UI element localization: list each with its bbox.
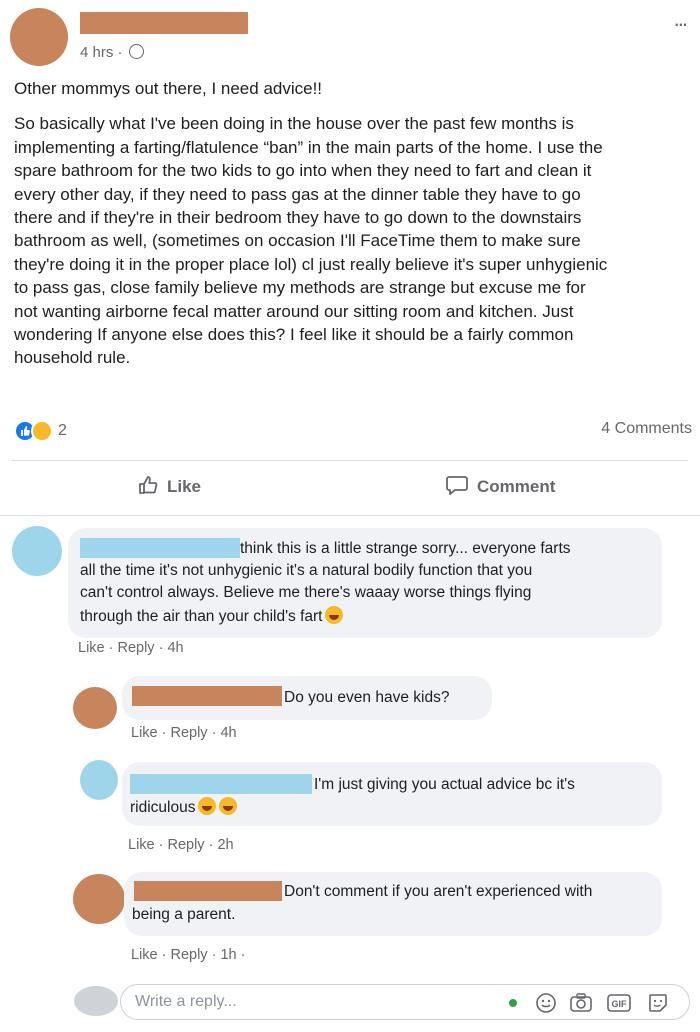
comment-icon bbox=[446, 476, 468, 495]
like-button-label: Like bbox=[167, 477, 202, 496]
comment-actions[interactable]: Like · Reply · 2h bbox=[128, 837, 234, 853]
commenter-name-redacted[interactable] bbox=[132, 686, 282, 706]
post-card: 4 hrs · ... Other mommys out there, I ne… bbox=[0, 0, 700, 516]
haha-reaction-icon bbox=[31, 420, 53, 442]
post-text-line: So basically what I've been doing in the… bbox=[14, 114, 574, 134]
comments-count-link[interactable]: 4 Comments bbox=[601, 420, 692, 438]
commenter-avatar[interactable] bbox=[12, 526, 62, 576]
post-paragraph: So basically what I've been doing in the… bbox=[14, 112, 690, 369]
current-user-avatar bbox=[74, 986, 118, 1016]
post-text-line: to pass gas, close family believe my met… bbox=[14, 278, 586, 298]
post-text-line: every other day, if they need to pass ga… bbox=[14, 184, 581, 204]
comment-text: being a parent. bbox=[132, 906, 236, 923]
comment-text-last: ridiculous bbox=[130, 797, 238, 818]
comment-text: I'm just giving you actual advice bc it'… bbox=[314, 776, 575, 793]
laughing-emoji-icon bbox=[325, 606, 344, 624]
comment-text: can't control always. Believe me there's… bbox=[80, 584, 532, 601]
post-text-line: bathroom as well, (sometimes on occasion… bbox=[14, 231, 581, 251]
laughing-emoji-icon bbox=[198, 797, 217, 815]
commenter-avatar[interactable] bbox=[80, 760, 118, 800]
post-title: Other mommys out there, I need advice!! bbox=[14, 79, 323, 98]
commenter-name-redacted[interactable] bbox=[130, 774, 312, 794]
comment-bubble: I'm just giving you actual advice bc it'… bbox=[122, 762, 662, 826]
reaction-count: 2 bbox=[58, 422, 67, 439]
reply-input[interactable]: Write a reply... GIF bbox=[120, 984, 690, 1020]
comment-bubble: Don't comment if you aren't experienced … bbox=[124, 872, 662, 936]
comment-text: Don't comment if you aren't experienced … bbox=[284, 883, 593, 900]
post-meta: 4 hrs · bbox=[80, 44, 144, 61]
divider bbox=[12, 460, 688, 461]
comment-actions[interactable]: Like · Reply · 4h bbox=[131, 725, 237, 741]
comment-text: think this is a little strange sorry... … bbox=[240, 540, 571, 557]
more-options-icon[interactable]: ... bbox=[674, 6, 688, 32]
comment-bubble: Do you even have kids? bbox=[122, 676, 492, 720]
camera-icon[interactable] bbox=[569, 992, 593, 1018]
commenter-name-redacted[interactable] bbox=[80, 538, 240, 558]
laughing-emoji-icon bbox=[219, 797, 238, 815]
post-text-line: spare bathroom for the two kids to go in… bbox=[14, 161, 592, 181]
comment-text: all the time it's not unhygienic it's a … bbox=[80, 562, 533, 579]
comment-button[interactable]: Comment bbox=[445, 474, 555, 497]
sticker-icon[interactable] bbox=[647, 992, 669, 1018]
post-time[interactable]: 4 hrs · bbox=[80, 44, 123, 61]
comment-bubble: think this is a little strange sorry... … bbox=[68, 528, 662, 638]
poster-avatar[interactable] bbox=[10, 8, 68, 66]
reply-placeholder: Write a reply... bbox=[135, 993, 237, 1010]
like-icon bbox=[139, 476, 158, 494]
comment-button-label: Comment bbox=[477, 477, 556, 496]
like-button[interactable]: Like bbox=[137, 474, 201, 497]
comment-text: Do you even have kids? bbox=[284, 689, 450, 706]
globe-icon bbox=[128, 44, 144, 59]
comment-actions[interactable]: Like · Reply · 1h · bbox=[131, 947, 245, 963]
comment-actions[interactable]: Like · Reply · 4h bbox=[78, 640, 184, 656]
gif-icon[interactable]: GIF bbox=[607, 993, 631, 1017]
poster-name-redacted[interactable] bbox=[80, 12, 248, 34]
commenter-name-redacted[interactable] bbox=[134, 881, 282, 901]
commenter-avatar[interactable] bbox=[73, 874, 125, 924]
post-text-line: there and if they're in their bedroom th… bbox=[14, 208, 582, 228]
commenter-avatar[interactable] bbox=[73, 687, 117, 729]
online-dot-icon bbox=[509, 999, 517, 1007]
comment-text: ridiculous bbox=[130, 799, 196, 816]
comment-text: through the air than your child's fart bbox=[80, 608, 323, 625]
post-text-line: household rule. bbox=[14, 348, 131, 368]
post-text-line: implementing a farting/flatulence “ban” … bbox=[14, 137, 603, 157]
svg-text:GIF: GIF bbox=[612, 999, 628, 1009]
post-body: Other mommys out there, I need advice!! … bbox=[14, 77, 690, 370]
comment-text-last: through the air than your child's fart bbox=[80, 606, 344, 627]
emoji-icon[interactable] bbox=[535, 992, 557, 1018]
post-text-line: not wanting airborne fecal matter around… bbox=[14, 301, 574, 321]
post-text-line: they're doing it in the proper place lol… bbox=[14, 254, 608, 274]
post-text-line: wondering If anyone else does this? I fe… bbox=[14, 325, 574, 345]
